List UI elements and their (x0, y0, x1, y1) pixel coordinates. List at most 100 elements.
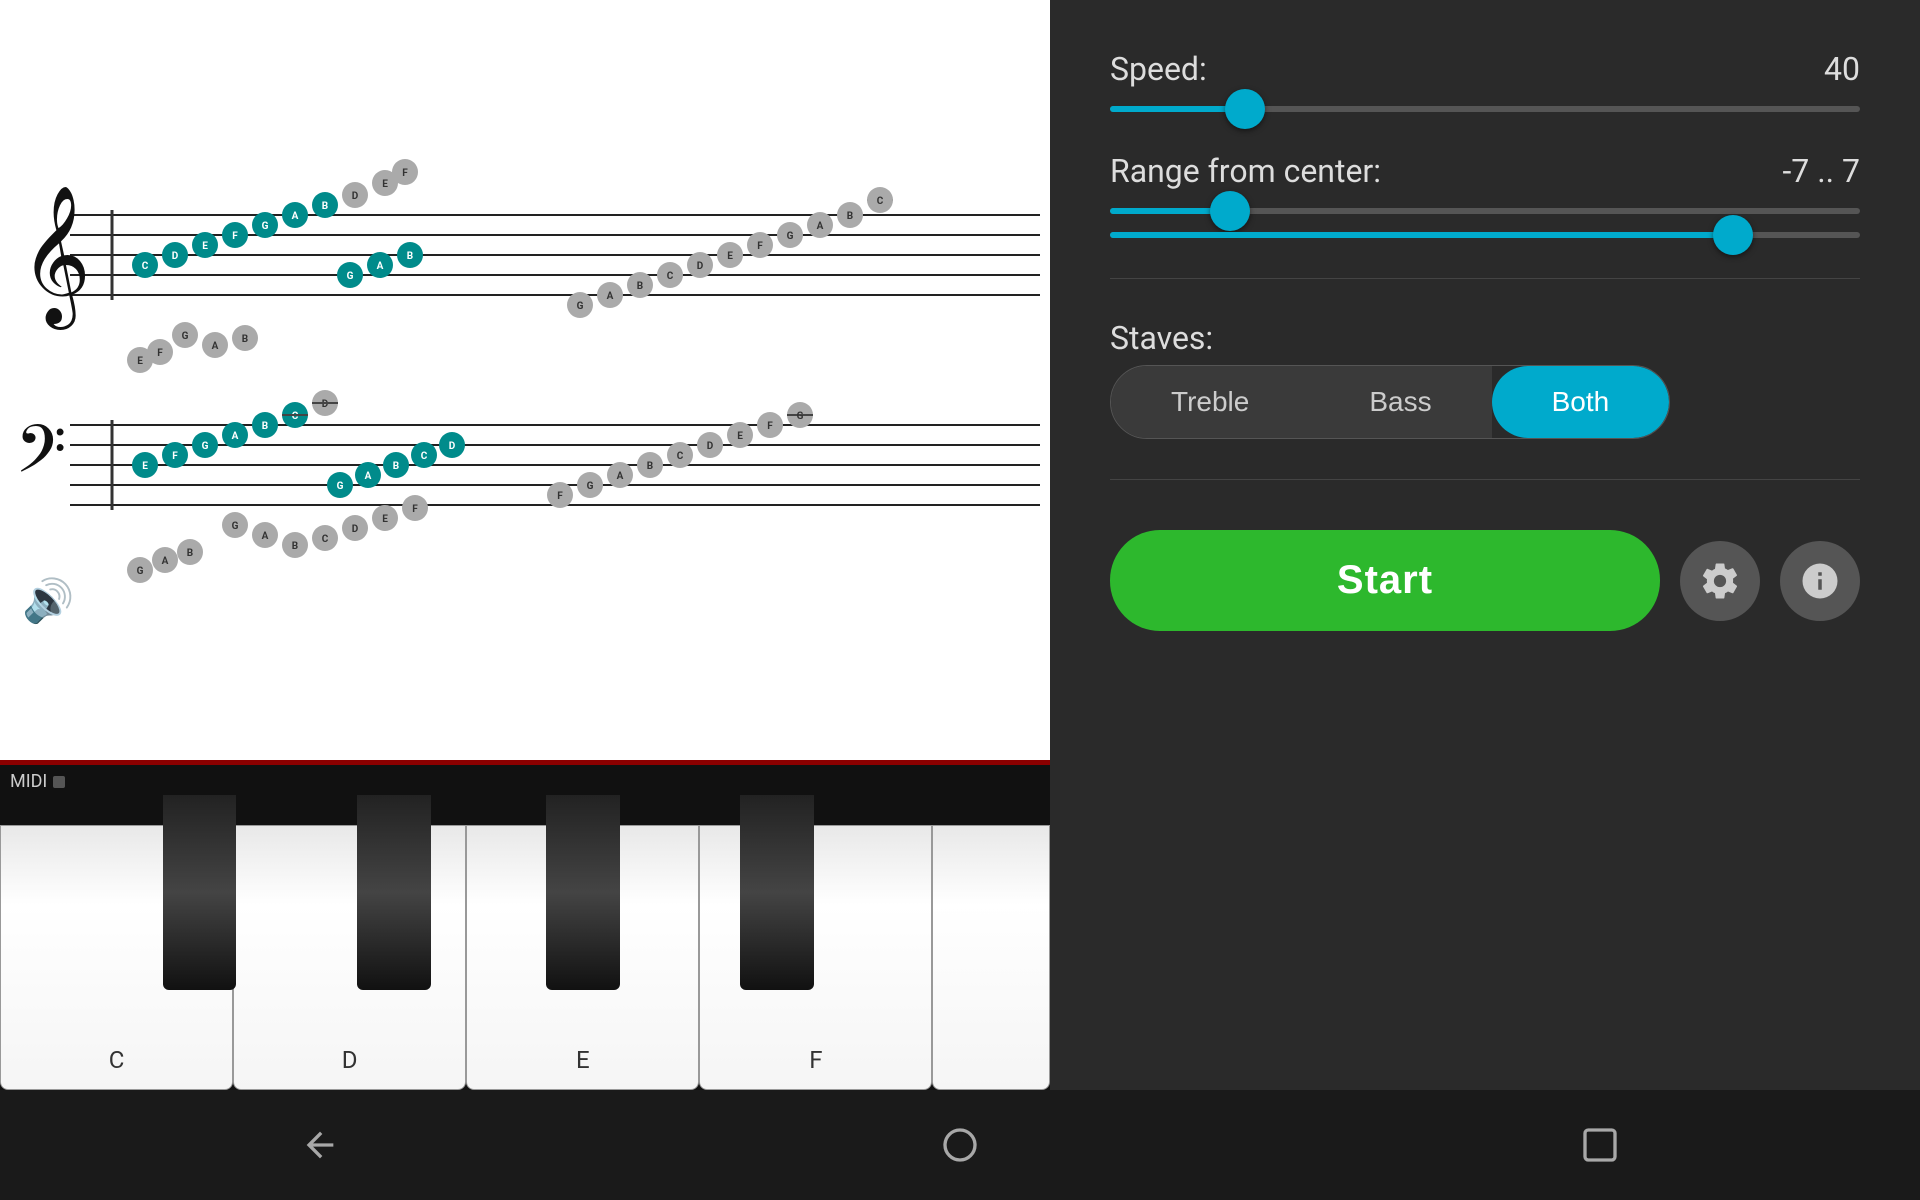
svg-text:F: F (767, 421, 773, 432)
piano-key-f[interactable]: F (699, 825, 932, 1090)
svg-text:B: B (322, 201, 328, 212)
staves-label: Staves: (1110, 319, 1860, 357)
svg-text:G: G (587, 481, 594, 492)
svg-text:G: G (337, 481, 344, 492)
back-icon (300, 1125, 340, 1165)
svg-text:C: C (667, 271, 674, 282)
info-button[interactable] (1780, 541, 1860, 621)
svg-text:B: B (647, 461, 653, 472)
svg-text:G: G (182, 331, 189, 342)
svg-text:D: D (449, 441, 456, 452)
svg-text:F: F (172, 451, 178, 462)
range-slider-low-thumb[interactable] (1210, 191, 1250, 231)
svg-text:B: B (292, 541, 298, 552)
svg-text:A: A (817, 221, 824, 232)
speed-label: Speed: (1110, 50, 1207, 88)
svg-text:F: F (757, 241, 763, 252)
svg-text:E: E (202, 241, 208, 252)
svg-text:E: E (137, 356, 143, 367)
svg-text:C: C (292, 411, 299, 422)
nav-bar (0, 1090, 1920, 1200)
svg-text:G: G (262, 221, 269, 232)
svg-text:C: C (877, 196, 884, 207)
svg-text:A: A (212, 341, 219, 352)
svg-text:G: G (232, 521, 239, 532)
svg-text:C: C (677, 451, 684, 462)
svg-text:A: A (607, 291, 614, 302)
svg-text:B: B (262, 421, 268, 432)
svg-text:F: F (232, 231, 238, 242)
svg-text:A: A (262, 531, 269, 542)
stave-bass-button[interactable]: Bass (1309, 366, 1491, 438)
svg-text:G: G (577, 301, 584, 312)
svg-text:E: E (727, 251, 733, 262)
piano-area: MIDI C D E F (0, 760, 1050, 1090)
speed-value: 40 (1824, 50, 1860, 88)
piano-key-g[interactable] (932, 825, 1050, 1090)
recent-apps-icon (1580, 1125, 1620, 1165)
start-button[interactable]: Start (1110, 530, 1660, 631)
info-icon (1799, 560, 1841, 602)
svg-text:A: A (365, 471, 372, 482)
svg-text:G: G (202, 441, 209, 452)
svg-text:E: E (737, 431, 743, 442)
svg-text:B: B (187, 548, 193, 559)
svg-text:G: G (787, 231, 794, 242)
nav-back-button[interactable] (300, 1125, 340, 1165)
svg-text:B: B (407, 251, 413, 262)
svg-text:B: B (242, 334, 248, 345)
svg-text:A: A (292, 211, 299, 222)
piano-black-key-fs[interactable] (546, 795, 620, 990)
range-slider-low[interactable] (1110, 208, 1860, 214)
midi-indicator (53, 776, 65, 788)
svg-text:C: C (421, 451, 428, 462)
svg-text:E: E (382, 514, 388, 525)
divider (1110, 278, 1860, 279)
svg-text:D: D (322, 399, 329, 410)
range-slider-high-fill (1110, 232, 1733, 238)
svg-text:G: G (797, 411, 804, 422)
range-value: -7 .. 7 (1782, 152, 1860, 190)
divider-2 (1110, 479, 1860, 480)
svg-text:G: G (347, 271, 354, 282)
svg-text:D: D (697, 261, 704, 272)
svg-text:B: B (393, 461, 399, 472)
speed-slider-thumb[interactable] (1225, 89, 1265, 129)
svg-text:F: F (557, 491, 563, 502)
staves-button-group: Treble Bass Both (1110, 365, 1670, 439)
piano-black-key-ds[interactable] (357, 795, 431, 990)
nav-recent-button[interactable] (1580, 1125, 1620, 1165)
right-panel: Speed: 40 Range from center: -7 .. 7 (1050, 0, 1920, 1090)
piano-key-d[interactable]: D (233, 825, 466, 1090)
svg-text:F: F (412, 504, 418, 515)
svg-text:B: B (637, 281, 643, 292)
stave-treble-button[interactable]: Treble (1111, 366, 1309, 438)
gear-icon (1699, 560, 1741, 602)
svg-text:𝄞: 𝄞 (20, 187, 91, 330)
svg-text:B: B (847, 211, 853, 222)
svg-text:𝄢: 𝄢 (15, 415, 66, 503)
settings-button[interactable] (1680, 541, 1760, 621)
speed-slider[interactable] (1110, 106, 1860, 112)
bottom-controls: Start (1110, 530, 1860, 631)
left-panel: 𝄞 𝄢 C D E F G A (0, 0, 1050, 1090)
stave-both-button[interactable]: Both (1492, 366, 1670, 438)
speed-control: Speed: 40 (1110, 50, 1860, 112)
svg-text:C: C (142, 261, 149, 272)
nav-home-button[interactable] (940, 1125, 980, 1165)
range-slider-high[interactable] (1110, 232, 1860, 238)
svg-text:G: G (137, 566, 144, 577)
svg-text:E: E (382, 179, 388, 190)
home-icon (940, 1125, 980, 1165)
svg-text:F: F (402, 168, 408, 179)
svg-text:A: A (162, 556, 169, 567)
svg-text:D: D (172, 251, 179, 262)
svg-text:A: A (617, 471, 624, 482)
svg-text:A: A (232, 431, 239, 442)
svg-text:D: D (707, 441, 714, 452)
range-slider-high-thumb[interactable] (1713, 215, 1753, 255)
piano-black-key-cs[interactable] (163, 795, 237, 990)
piano-black-key-gs[interactable] (740, 795, 814, 990)
range-control: Range from center: -7 .. 7 (1110, 152, 1860, 238)
midi-label: MIDI (10, 771, 65, 792)
